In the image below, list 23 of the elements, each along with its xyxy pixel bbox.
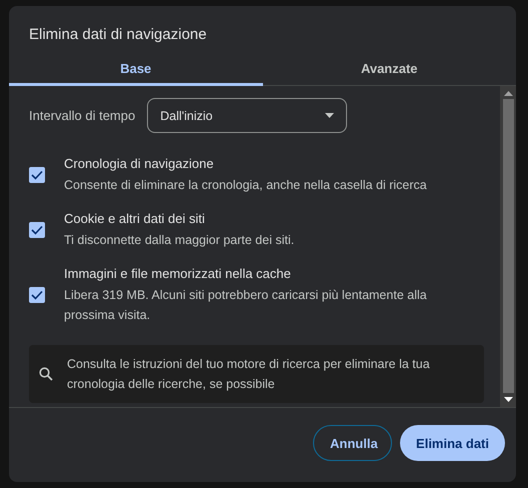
notice-text: Consulta le istruzioni del tuo motore di ricerca per eliminare la tua cronologia delle ricerche, se possibile [67, 356, 431, 393]
option-description: Consente di eliminare la cronologia, anche nella casella di ricerca [64, 177, 427, 194]
checkbox[interactable] [29, 222, 45, 238]
scroll-down-icon[interactable] [504, 397, 512, 402]
dialog-title: Elimina dati di navigazione [28, 25, 208, 45]
scrollbar[interactable] [500, 86, 516, 407]
checkbox[interactable] [29, 167, 45, 183]
clear-data-button[interactable]: Elimina dati [400, 425, 505, 461]
option-title: Cronologia di navigazione [64, 155, 215, 172]
time-range-label: Intervallo di tempo [29, 108, 136, 123]
option-description: Ti disconnette dalla maggior parte dei siti. [64, 232, 294, 249]
scrollbar-thumb[interactable] [502, 99, 514, 393]
dropdown-caret-icon [325, 113, 334, 118]
tab[interactable]: Base [9, 54, 262, 86]
option-title: Immagini e file memorizzati nella cache [64, 265, 292, 282]
cancel-button[interactable]: Annulla [313, 425, 392, 461]
option-description: Libera 319 MB. Alcuni siti potrebbero caricarsi più lentamente alla prossima visita. [64, 287, 428, 324]
search-icon [39, 367, 53, 381]
time-range-dropdown[interactable]: Dall'inizio [147, 98, 348, 133]
option-title: Cookie e altri dati dei siti [64, 210, 206, 227]
checkbox[interactable] [29, 287, 45, 303]
tab[interactable]: Avanzate [262, 54, 516, 86]
scroll-up-icon[interactable] [504, 91, 512, 96]
